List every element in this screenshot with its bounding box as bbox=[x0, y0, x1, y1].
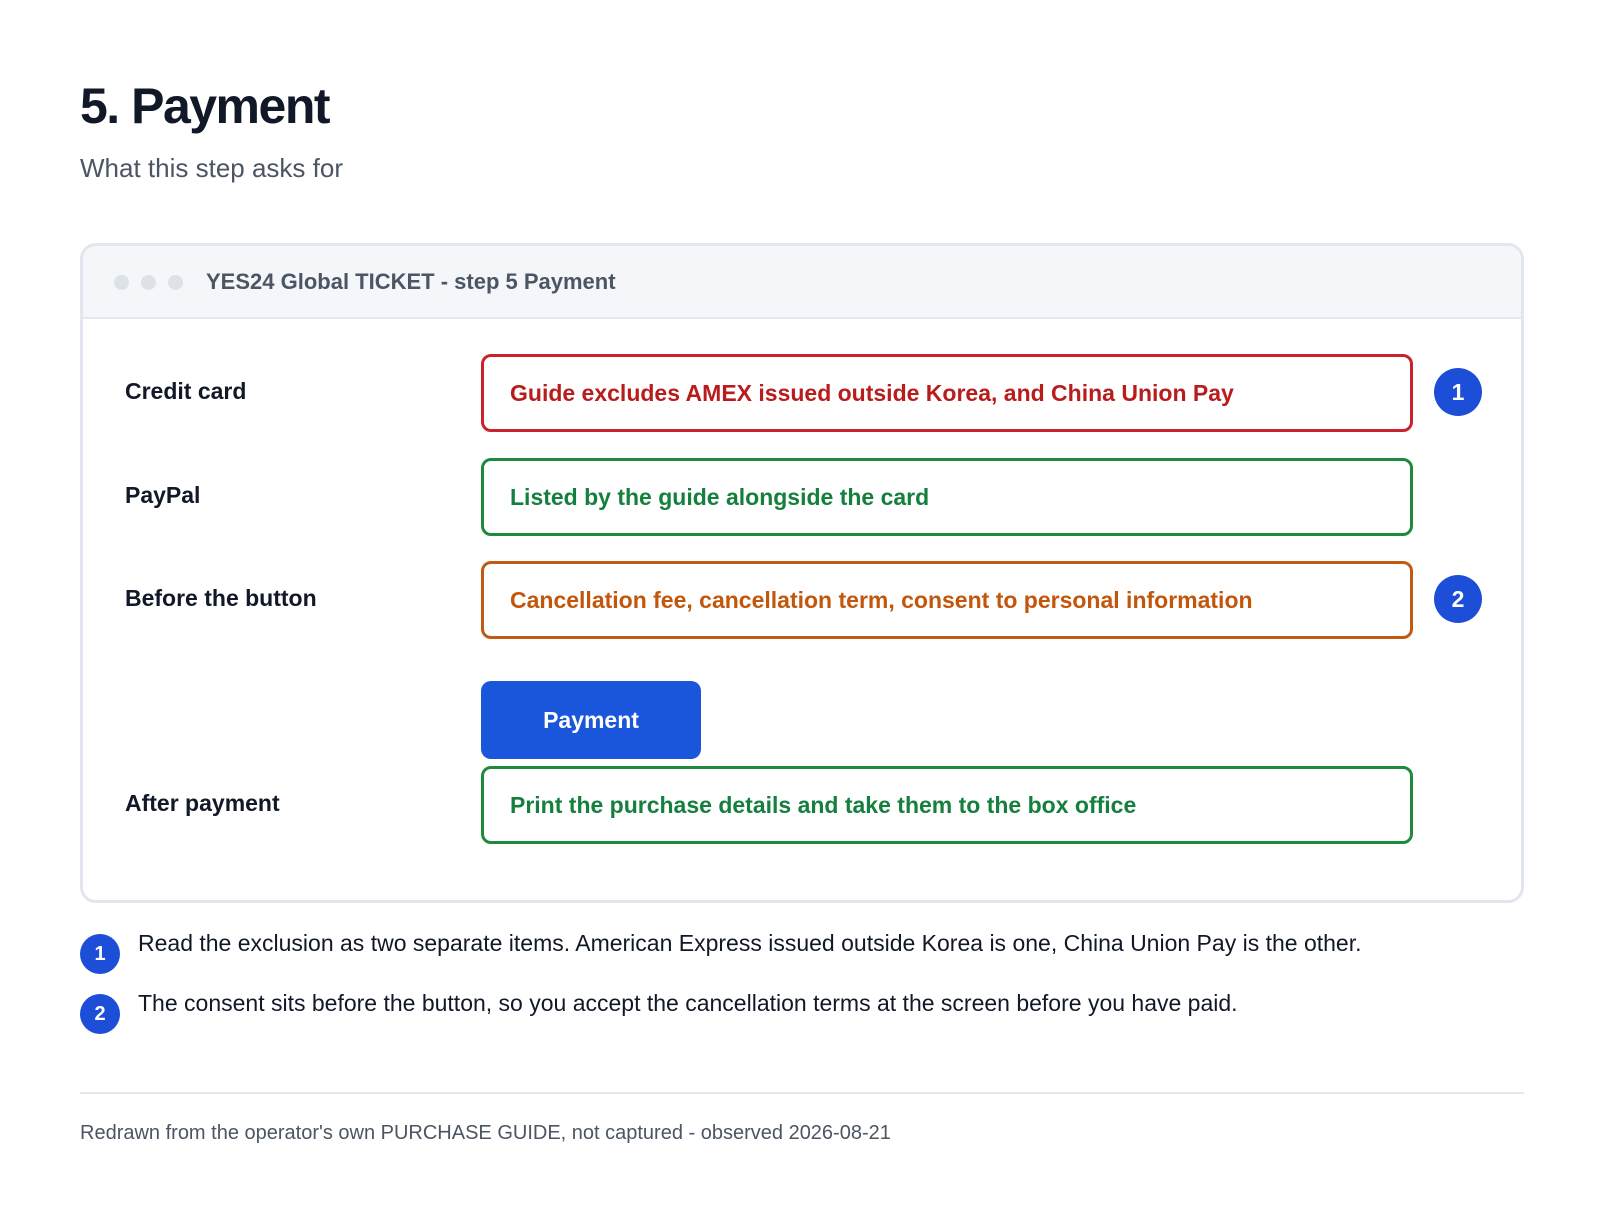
browser-window-mockup: YES24 Global TICKET - step 5 Payment Cre… bbox=[80, 243, 1524, 903]
page: 5. Payment What this step asks for YES24… bbox=[0, 0, 1600, 1205]
window-dot-icon bbox=[168, 275, 183, 290]
window-titlebar: YES24 Global TICKET - step 5 Payment bbox=[83, 246, 1521, 319]
note-item: 1 Read the exclusion as two separate ite… bbox=[80, 928, 1520, 974]
page-title: 5. Payment bbox=[80, 78, 331, 134]
row-label-paypal: PayPal bbox=[125, 482, 201, 508]
page-subtitle: What this step asks for bbox=[80, 153, 343, 183]
after-payment-field-text: Print the purchase details and take them… bbox=[510, 791, 1137, 818]
note-text: Read the exclusion as two separate items… bbox=[138, 930, 1362, 956]
callout-marker-1: 1 bbox=[1434, 368, 1482, 416]
after-payment-field[interactable]: Print the purchase details and take them… bbox=[481, 766, 1413, 844]
note-marker-1: 1 bbox=[80, 934, 120, 974]
credit-card-field[interactable]: Guide excludes AMEX issued outside Korea… bbox=[481, 354, 1413, 432]
note-text: The consent sits before the button, so y… bbox=[138, 990, 1238, 1016]
note-marker-2: 2 bbox=[80, 994, 120, 1034]
payment-button[interactable]: Payment bbox=[481, 681, 701, 759]
consent-field[interactable]: Cancellation fee, cancellation term, con… bbox=[481, 561, 1413, 639]
footer-source-note: Redrawn from the operator's own PURCHASE… bbox=[80, 1122, 891, 1144]
window-dot-icon bbox=[114, 275, 129, 290]
note-item: 2 The consent sits before the button, so… bbox=[80, 988, 1520, 1034]
row-label-after-payment: After payment bbox=[125, 790, 280, 816]
window-dot-icon bbox=[141, 275, 156, 290]
consent-field-text: Cancellation fee, cancellation term, con… bbox=[510, 586, 1253, 613]
row-label-credit-card: Credit card bbox=[125, 378, 247, 404]
credit-card-field-text: Guide excludes AMEX issued outside Korea… bbox=[510, 379, 1234, 406]
paypal-field[interactable]: Listed by the guide alongside the card bbox=[481, 458, 1413, 536]
callout-marker-2: 2 bbox=[1434, 575, 1482, 623]
paypal-field-text: Listed by the guide alongside the card bbox=[510, 483, 930, 510]
row-label-before-button: Before the button bbox=[125, 585, 317, 611]
footer-divider bbox=[80, 1092, 1524, 1094]
window-title: YES24 Global TICKET - step 5 Payment bbox=[206, 269, 616, 294]
